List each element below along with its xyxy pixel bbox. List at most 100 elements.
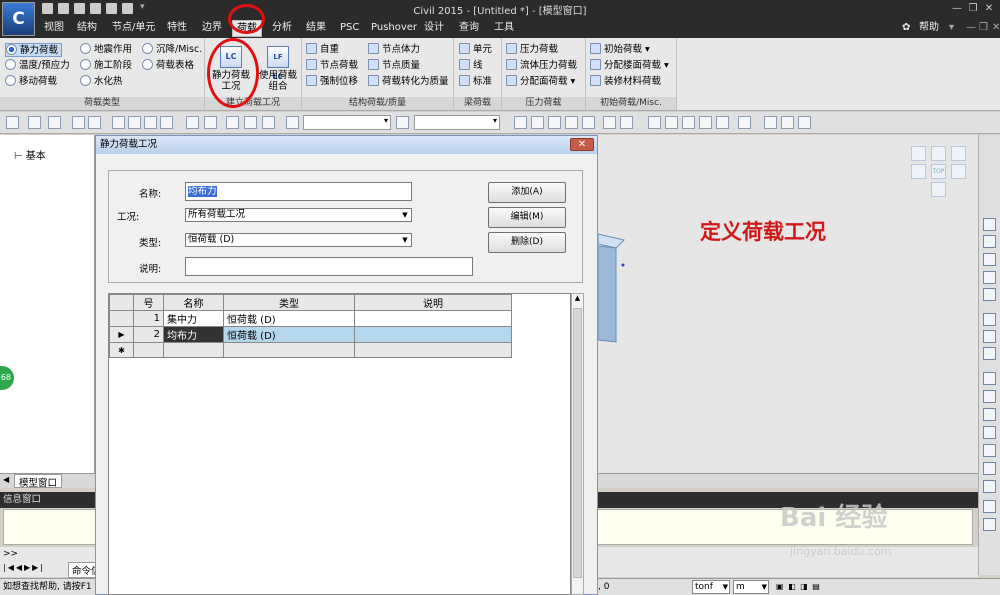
radio-construction-stage[interactable]: 施工阶段	[80, 59, 132, 73]
length-unit-select[interactable]: m ▼	[733, 580, 769, 594]
activate-icon[interactable]	[764, 116, 777, 129]
force-unit-select[interactable]: tonf ▼	[692, 580, 730, 594]
radio-temperature-prestress[interactable]: 温度/预应力	[5, 59, 70, 73]
table-new-row[interactable]: ✱	[109, 342, 512, 358]
radio-load-table[interactable]: 荷载表格	[142, 59, 194, 73]
tab-model-window[interactable]: 模型窗口	[14, 474, 63, 489]
type-select[interactable]: 恒荷载 (D) ▼	[185, 233, 412, 247]
name-input[interactable]: 均布力	[185, 182, 412, 201]
delete-button[interactable]: 删除(D)	[488, 232, 566, 253]
cell-type[interactable]	[223, 342, 355, 358]
select-all-icon[interactable]	[204, 116, 217, 129]
rotate-icon[interactable]	[548, 116, 561, 129]
box-view2-icon[interactable]	[983, 426, 996, 439]
minimize-icon[interactable]: —	[950, 2, 964, 15]
cell-name[interactable]: 集中力	[163, 310, 224, 327]
distribute-plane-load-button[interactable]: 分配面荷载 ▾	[506, 75, 575, 89]
cell-desc[interactable]	[354, 310, 512, 327]
command-nav-icons[interactable]: |◀◀▶▶|	[3, 563, 45, 572]
navcube-top-edge-icon[interactable]	[931, 146, 946, 161]
shade-icon[interactable]	[983, 372, 996, 385]
nav-cube[interactable]: TOP	[911, 146, 967, 198]
pressure-load-button[interactable]: 压力荷载	[506, 43, 558, 57]
column-header-type[interactable]: 类型	[223, 294, 355, 311]
column-header-desc[interactable]: 说明	[354, 294, 512, 311]
box-view4-icon[interactable]	[983, 462, 996, 475]
menu-boundary[interactable]: 边界	[198, 20, 226, 37]
load-combination-button[interactable]: LF LC 使用荷载 组合	[255, 46, 301, 92]
plane-select-icon[interactable]	[160, 116, 173, 129]
previous-select-icon[interactable]	[226, 116, 239, 129]
row-marker-arrow-icon[interactable]: ▶	[109, 326, 134, 343]
column-header-name[interactable]: 名称	[163, 294, 224, 311]
volume-select-icon[interactable]	[186, 116, 199, 129]
select-icon[interactable]	[72, 116, 85, 129]
toolbar-menu-icon[interactable]	[48, 116, 61, 129]
element-beam-load-button[interactable]: 单元	[459, 43, 492, 57]
navcube-corner-icon[interactable]	[911, 146, 926, 161]
select-identity-icon[interactable]	[262, 116, 275, 129]
status-tool-icons[interactable]: ▣ ◧ ◨ ▤	[776, 579, 821, 595]
menu-view[interactable]: 视图	[40, 20, 68, 37]
view-iso-icon[interactable]	[699, 116, 712, 129]
dynamic-rotate-icon[interactable]	[983, 347, 996, 360]
standard-beam-load-button[interactable]: 标准	[459, 75, 492, 89]
navcube-right-edge-icon[interactable]	[951, 164, 966, 179]
perspective-icon[interactable]	[983, 390, 996, 403]
new-row-icon[interactable]: ✱	[109, 342, 134, 358]
dialog-close-button[interactable]: ✕	[570, 138, 594, 151]
row-marker[interactable]	[109, 310, 134, 327]
edit-button[interactable]: 编辑(M)	[488, 207, 566, 228]
table-row[interactable]: 1 集中力 恒荷载 (D)	[109, 310, 512, 327]
intersect-select-icon[interactable]	[144, 116, 157, 129]
menu-node-element[interactable]: 节点/单元	[108, 20, 159, 37]
menu-design[interactable]: 设计	[420, 20, 448, 37]
menu-properties[interactable]: 特性	[163, 20, 191, 37]
help-dropdown-icon[interactable]: ▾	[945, 20, 958, 37]
redo-icon[interactable]	[28, 116, 41, 129]
menu-psc[interactable]: PSC	[336, 20, 363, 37]
scroll-thumb[interactable]	[573, 308, 582, 578]
navcube-top-face[interactable]: TOP	[931, 164, 946, 179]
axis-icon[interactable]	[983, 480, 996, 493]
zoom-dynamic-icon[interactable]	[983, 235, 996, 248]
cell-desc[interactable]	[354, 342, 512, 358]
view-front-icon[interactable]	[648, 116, 661, 129]
radio-moving-load[interactable]: 移动荷载	[5, 75, 57, 89]
view-side-icon[interactable]	[665, 116, 678, 129]
view-top-icon[interactable]	[682, 116, 695, 129]
tab-scroll-left-icon[interactable]: ◀	[3, 475, 9, 484]
radio-seismic[interactable]: 地震作用	[80, 43, 132, 57]
cell-desc[interactable]	[354, 326, 512, 343]
nodal-mass-button[interactable]: 节点质量	[368, 59, 420, 73]
navcube-corner-icon[interactable]	[951, 146, 966, 161]
nodal-load-button[interactable]: 节点荷载	[306, 59, 358, 73]
initial-load-button[interactable]: 初始荷载 ▾	[590, 43, 650, 57]
navcube-bottom-edge-icon[interactable]	[931, 182, 946, 197]
radio-heat-hydration[interactable]: 水化热	[80, 75, 123, 89]
select-recent-icon[interactable]	[244, 116, 257, 129]
column-header-no[interactable]: 号	[133, 294, 164, 311]
floor-load-button[interactable]: 分配楼面荷载 ▾	[590, 59, 669, 73]
undo-icon[interactable]	[6, 116, 19, 129]
zoom-window-icon[interactable]	[983, 218, 996, 231]
finish-material-load-button[interactable]: 装修材料荷载	[590, 75, 661, 89]
cell-type[interactable]: 恒荷载 (D)	[223, 326, 355, 343]
load-to-mass-button[interactable]: 荷载转化为质量	[368, 75, 449, 89]
hidden-icon[interactable]	[738, 116, 751, 129]
doc-close-icon[interactable]: ✕	[988, 20, 1000, 37]
add-button[interactable]: 添加(A)	[488, 182, 566, 203]
app-logo[interactable]: C	[2, 2, 35, 36]
pointer-icon[interactable]	[286, 116, 299, 129]
filter-icon[interactable]	[396, 116, 409, 129]
menu-pushover[interactable]: Pushover	[367, 20, 421, 37]
zoom-in-icon[interactable]	[983, 253, 996, 266]
line-beam-load-button[interactable]: 线	[459, 59, 483, 73]
fluid-pressure-button[interactable]: 流体压力荷载	[506, 59, 577, 73]
zoom-fit-icon[interactable]	[514, 116, 527, 129]
window-select-icon[interactable]	[112, 116, 125, 129]
view-angle-icon[interactable]	[716, 116, 729, 129]
close-icon[interactable]: ✕	[982, 2, 996, 15]
polygon-select-icon[interactable]	[128, 116, 141, 129]
zoom-out-icon[interactable]	[983, 271, 996, 284]
